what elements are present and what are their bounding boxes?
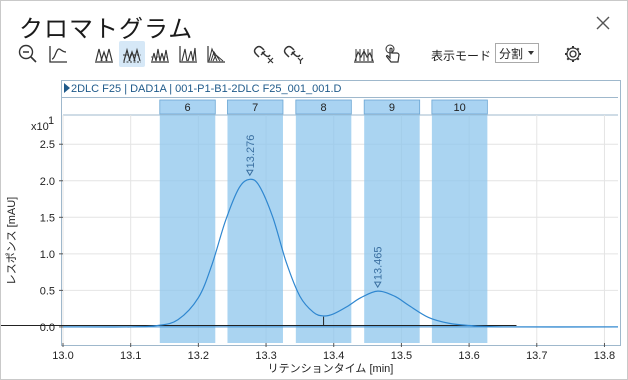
y-tick-label: 0.5 [40, 285, 55, 297]
fraction-band[interactable] [159, 115, 216, 343]
x-tick-label: 13.8 [594, 350, 615, 362]
y-tick-label: 0.0 [40, 322, 55, 334]
x-tick-label: 13.1 [120, 350, 141, 362]
fraction-label: 7 [252, 102, 258, 114]
fraction-label: 10 [453, 102, 465, 114]
x-tick-label: 13.3 [255, 350, 276, 362]
chromatogram-window: クロマトグラム 表示モード 分割 2DLC F25 | DAD1A | 001-… [0, 0, 628, 380]
x-tick-label: 13.6 [458, 350, 479, 362]
x-axis-title: リテンションタイム [min] [268, 362, 394, 375]
y-tick-label: 1.5 [40, 212, 55, 224]
fraction-label: 6 [184, 102, 190, 114]
x-tick-label: 13.4 [323, 350, 344, 362]
chromatogram-plot[interactable]: 6 7 8 9 10 13.0 13.1 13.2 13.3 13.4 13.5 13.6 13.7 13… [1, 1, 627, 379]
y-tick-label: 2.5 [40, 139, 55, 151]
fraction-label: 9 [389, 102, 395, 114]
fraction-band[interactable] [364, 115, 420, 343]
x-tick-label: 13.2 [188, 350, 209, 362]
y-tick-label: 2.0 [40, 176, 55, 188]
x-tick-label: 13.7 [526, 350, 547, 362]
y-multiplier: x10 [31, 121, 49, 133]
fraction-band[interactable] [431, 115, 488, 343]
peak-label[interactable]: 13.465 [373, 246, 385, 280]
peak-label[interactable]: 13.276 [245, 135, 257, 169]
y-multiplier-exponent: 1 [48, 115, 54, 127]
y-axis-title: レスポンス [mAU] [5, 197, 18, 285]
y-tick-label: 1.0 [40, 249, 55, 261]
x-tick-label: 13.0 [52, 350, 73, 362]
x-tick-label: 13.5 [391, 350, 412, 362]
fraction-label: 8 [321, 102, 327, 114]
